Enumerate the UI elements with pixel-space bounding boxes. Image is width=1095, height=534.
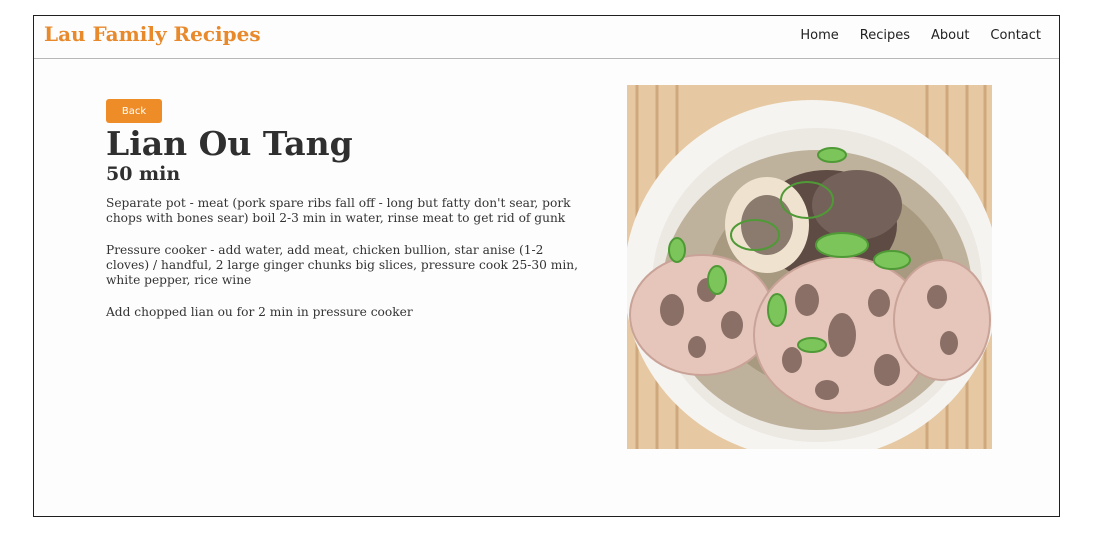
page-frame: Lau Family Recipes Home Recipes About Co… xyxy=(33,15,1060,517)
navbar: Lau Family Recipes Home Recipes About Co… xyxy=(34,16,1059,59)
recipe-photo xyxy=(627,85,992,449)
nav-contact[interactable]: Contact xyxy=(990,28,1041,43)
recipe-time: 50 min xyxy=(106,163,181,185)
nav-home[interactable]: Home xyxy=(800,28,838,43)
nav-recipes[interactable]: Recipes xyxy=(860,28,910,43)
site-brand[interactable]: Lau Family Recipes xyxy=(44,22,261,46)
recipe-title: Lian Ou Tang xyxy=(106,124,353,163)
nav-links: Home Recipes About Contact xyxy=(800,28,1041,43)
recipe-steps: Separate pot - meat (pork spare ribs fal… xyxy=(106,196,578,337)
soup-bowl-illustration xyxy=(627,85,992,449)
back-button[interactable]: Back xyxy=(106,99,162,123)
recipe-step: Pressure cooker - add water, add meat, c… xyxy=(106,243,578,287)
recipe-step: Separate pot - meat (pork spare ribs fal… xyxy=(106,196,571,225)
recipe-step: Add chopped lian ou for 2 min in pressur… xyxy=(106,305,413,319)
nav-about[interactable]: About xyxy=(931,28,969,43)
